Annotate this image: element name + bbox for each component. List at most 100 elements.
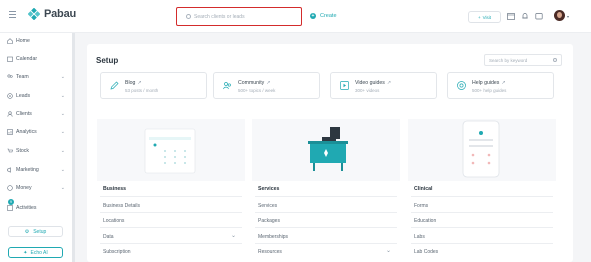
business-illustration (97, 119, 245, 181)
external-link-icon: ↗ (501, 80, 506, 86)
inbox-icon[interactable] (535, 12, 543, 20)
clinical-illustration (408, 119, 556, 181)
chevron-down-icon[interactable]: ▾ (567, 14, 569, 19)
external-link-icon: ↗ (137, 80, 142, 86)
sidebar-item-calendar[interactable]: Calendar (0, 52, 72, 66)
setup-link-education[interactable]: Education (414, 218, 436, 224)
resource-card-video-guides[interactable]: Video guides ↗ 300+ videos (330, 72, 437, 99)
resource-card-blog[interactable]: Blog ↗ 53 posts / month (100, 72, 207, 99)
chevron-down-icon: ⌄ (60, 111, 65, 117)
bell-icon[interactable] (521, 12, 529, 20)
echo-ai-button[interactable]: ✦ Echo AI (8, 247, 63, 258)
visit-label: Visit (482, 14, 492, 20)
pabau-logo-icon (28, 8, 40, 20)
setup-link-business-details[interactable]: Business Details (103, 203, 140, 209)
create-button[interactable]: + Create (306, 9, 341, 23)
sidebar-item-clients[interactable]: Clients ⌄ (0, 107, 72, 121)
calendar-check-icon[interactable] (507, 12, 515, 20)
business-section-title: Business (103, 186, 127, 192)
calendar-icon (7, 56, 13, 62)
video-icon (340, 81, 349, 90)
resource-card-community[interactable]: Community ↗ 500+ topics / week (213, 72, 320, 99)
sidebar-item-label: Money (16, 185, 32, 191)
resource-title: Blog (125, 80, 136, 86)
setup-link-subscription[interactable]: Subscription (103, 249, 131, 255)
divider (100, 243, 242, 244)
sidebar-item-label: Team (16, 74, 29, 80)
sidebar-item-leads[interactable]: Leads ⌄ (0, 89, 72, 103)
external-link-icon: ↗ (266, 80, 271, 86)
setup-link-services[interactable]: Services (258, 203, 277, 209)
chevron-down-icon[interactable]: ⌄ (386, 247, 391, 254)
divider (100, 212, 242, 213)
gear-icon: ⚙ (24, 228, 30, 235)
analytics-icon (7, 129, 13, 135)
setup-link-labs[interactable]: Labs (414, 234, 425, 240)
setup-label: Setup (33, 228, 47, 235)
divider (411, 227, 553, 228)
chevron-down-icon: ⌄ (60, 167, 65, 173)
sidebar-item-home[interactable]: Home (0, 34, 72, 48)
setup-link-locations[interactable]: Locations (103, 218, 124, 224)
sidebar-item-marketing[interactable]: Marketing ⌄ (0, 163, 72, 177)
resource-subtitle: 500+ topics / week (238, 88, 276, 93)
chevron-down-icon[interactable]: ⌄ (231, 232, 236, 239)
visit-button[interactable]: + Visit (468, 11, 501, 23)
services-section-title: Services (258, 186, 280, 192)
divider (411, 243, 553, 244)
user-avatar[interactable] (554, 10, 565, 21)
plus-small-icon: + (477, 14, 481, 20)
setup-link-forms[interactable]: Forms (414, 203, 428, 209)
keyword-search-input[interactable] (489, 57, 553, 63)
sidebar-item-label: Analytics (16, 129, 37, 135)
client-search-box[interactable] (176, 7, 302, 26)
sidebar-item-analytics[interactable]: Analytics ⌄ (0, 125, 72, 139)
chevron-down-icon: ⌄ (60, 148, 65, 154)
chevron-down-icon: ⌄ (60, 129, 65, 135)
chevron-down-icon: ⌄ (60, 74, 65, 80)
sidebar-item-stock[interactable]: Stock ⌄ (0, 144, 72, 158)
setup-link-resources[interactable]: Resources (258, 249, 282, 255)
search-icon (186, 14, 191, 19)
money-icon (7, 185, 13, 191)
search-icon (553, 58, 557, 62)
team-icon (7, 74, 13, 78)
client-search-input[interactable] (194, 13, 294, 20)
sidebar-item-label: Leads (16, 93, 31, 99)
sidebar-item-team[interactable]: Team ⌄ (0, 70, 72, 84)
setup-link-memberships[interactable]: Memberships (258, 234, 288, 240)
help-icon (457, 81, 466, 90)
resource-title: Help guides (472, 80, 500, 86)
resource-card-help-guides[interactable]: Help guides ↗ 500+ help guides (447, 72, 554, 99)
sidebar-item-label: Activities (16, 205, 37, 211)
app-name: Pabau (44, 8, 77, 20)
sidebar-item-label: Clients (16, 111, 32, 117)
divider (100, 227, 242, 228)
external-link-icon: ↗ (386, 80, 392, 86)
stock-icon (7, 148, 13, 153)
activities-badge: 9 (8, 199, 14, 205)
sidebar-item-money[interactable]: Money ⌄ (0, 181, 72, 195)
keyword-search-box[interactable] (484, 54, 562, 66)
resource-subtitle: 500+ help guides (472, 88, 507, 93)
create-label: Create (320, 13, 337, 19)
divider (255, 227, 397, 228)
echo-ai-label: Echo AI (30, 249, 48, 256)
sidebar-item-label: Home (16, 38, 30, 44)
divider (411, 196, 553, 197)
sidebar-item-label: Calendar (16, 56, 38, 62)
setup-link-lab-codes[interactable]: Lab Codes (414, 249, 438, 255)
services-illustration (252, 119, 400, 181)
app-logo[interactable]: Pabau (28, 8, 76, 20)
setup-button[interactable]: ⚙ Setup (8, 226, 63, 237)
sidebar-item-activities[interactable]: 9 Activities (0, 199, 72, 215)
resource-title: Video guides (355, 80, 385, 86)
top-header: Pabau + Create + Visit ▾ (0, 0, 591, 33)
hamburger-menu-icon[interactable] (9, 11, 16, 18)
setup-link-data[interactable]: Data (103, 234, 114, 240)
setup-link-packages[interactable]: Packages (258, 218, 280, 224)
clients-icon (7, 111, 13, 117)
leads-icon (7, 93, 13, 99)
sparkle-icon: ✦ (23, 249, 28, 256)
resource-title: Community (238, 80, 265, 86)
